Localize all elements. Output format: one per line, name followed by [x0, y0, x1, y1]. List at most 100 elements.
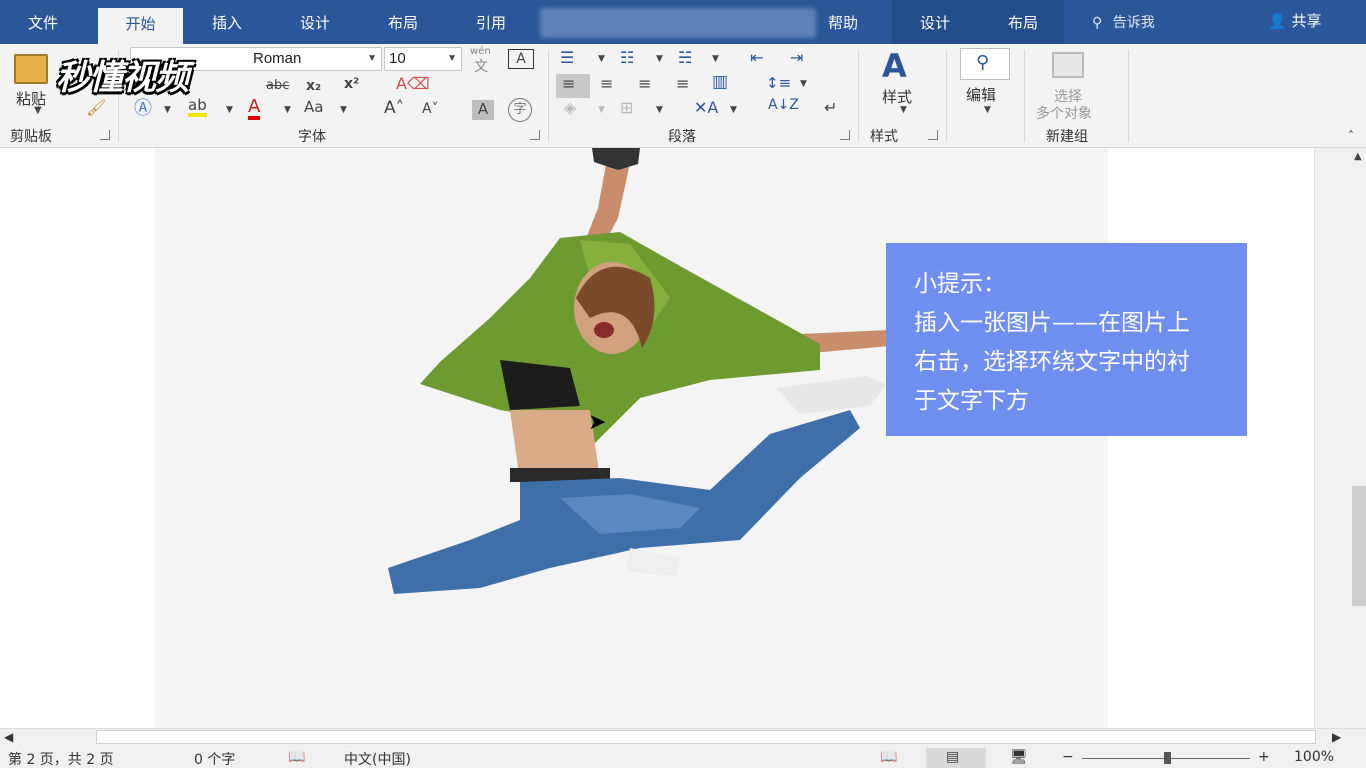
jumping-woman-picture[interactable] — [380, 148, 900, 618]
sort-icon[interactable]: A↓Z — [768, 98, 799, 112]
tip-line-4: 于文字下方 — [914, 388, 1029, 414]
group-separator — [946, 50, 947, 142]
select-objects-line2[interactable]: 多个对象 — [1036, 103, 1092, 123]
scroll-right-icon[interactable]: ▶ — [1332, 730, 1341, 744]
styles-icon[interactable]: A — [882, 50, 907, 82]
scroll-up-icon[interactable]: ▲ — [1354, 152, 1362, 162]
zoom-level[interactable]: 100% — [1294, 749, 1334, 765]
justify-icon[interactable]: ≡ — [676, 76, 689, 92]
zoom-in-icon[interactable]: + — [1258, 749, 1270, 765]
vertical-scrollbar[interactable] — [1314, 148, 1366, 728]
enclose-char-icon[interactable]: 字 — [508, 98, 532, 122]
chevron-down-icon[interactable]: ▼ — [656, 106, 663, 115]
numbering-icon[interactable]: ☷ — [620, 50, 634, 66]
shading-icon[interactable]: ◈ — [564, 100, 576, 116]
styles-launcher-icon[interactable] — [928, 130, 938, 140]
chevron-down-icon[interactable]: ▼ — [164, 106, 171, 115]
char-border-icon[interactable]: A — [508, 49, 534, 69]
superscript-icon[interactable]: x² — [344, 77, 359, 91]
borders-icon[interactable]: ⊞ — [620, 100, 633, 116]
clipboard-launcher-icon[interactable] — [100, 130, 110, 140]
group-separator — [1128, 50, 1129, 142]
subscript-icon[interactable]: x₂ — [306, 79, 321, 93]
find-icon[interactable]: ⚲ — [976, 54, 989, 72]
multilevel-list-icon[interactable]: ☵ — [678, 50, 692, 66]
grow-font-icon[interactable]: A˄ — [384, 100, 404, 117]
horizontal-scroll-thumb[interactable] — [96, 730, 1316, 744]
word-count[interactable]: 0 个字 — [194, 749, 235, 768]
chevron-down-icon[interactable]: ▼ — [800, 80, 807, 89]
tab-insert[interactable]: 插入 — [192, 0, 262, 44]
chevron-down-icon[interactable]: ▼ — [34, 106, 42, 116]
chevron-down-icon[interactable]: ▼ — [598, 55, 605, 64]
paragraph-group-label: 段落 — [668, 129, 696, 145]
web-layout-icon[interactable]: 🖥 — [1010, 749, 1028, 765]
chevron-down-icon[interactable]: ▼ — [730, 106, 737, 115]
show-marks-icon[interactable]: ↵ — [824, 100, 837, 116]
tab-help[interactable]: 帮助 — [808, 0, 878, 44]
tab-layout[interactable]: 布局 — [368, 0, 438, 44]
font-name-value: Roman — [253, 50, 302, 67]
chevron-down-icon[interactable]: ▼ — [900, 106, 907, 115]
zoom-slider-thumb[interactable] — [1164, 752, 1171, 764]
shrink-font-icon[interactable]: A˅ — [422, 102, 439, 116]
page-count[interactable]: 第 2 页，共 2 页 — [8, 749, 114, 768]
paragraph-launcher-icon[interactable] — [840, 130, 850, 140]
clipboard-group-label: 剪贴板 — [10, 129, 52, 145]
highlight-icon[interactable]: ab — [188, 98, 207, 117]
bullets-icon[interactable]: ☰ — [560, 50, 574, 66]
vertical-scroll-thumb[interactable] — [1352, 486, 1366, 606]
font-color-icon[interactable]: A — [248, 98, 261, 120]
asian-layout-icon[interactable]: ✕A — [694, 100, 718, 116]
increase-indent-icon[interactable]: ⇥ — [790, 50, 803, 66]
group-separator — [858, 50, 859, 142]
clear-formatting-icon[interactable]: A⌫ — [396, 76, 430, 92]
chevron-down-icon[interactable]: ▼ — [984, 106, 991, 115]
search-icon: ⚲ — [1092, 15, 1103, 31]
align-left-icon[interactable]: ≡ — [562, 76, 575, 92]
decrease-indent-icon[interactable]: ⇤ — [750, 50, 763, 66]
tell-me-box[interactable]: ⚲ 告诉我 — [1092, 12, 1155, 32]
line-spacing-icon[interactable]: ↕≡ — [766, 76, 791, 91]
share-button[interactable]: 👤 共享 — [1268, 10, 1321, 31]
styles-button-label[interactable]: 样式 — [882, 86, 912, 107]
chevron-down-icon[interactable]: ▼ — [340, 106, 347, 115]
font-size-combo[interactable]: 10 ▼ — [384, 47, 462, 71]
chevron-down-icon[interactable]: ▼ — [284, 106, 291, 115]
align-center-icon[interactable]: ≡ — [600, 76, 613, 92]
tab-home[interactable]: 开始 — [98, 8, 183, 44]
phonetic-guide-button[interactable]: 文 — [474, 56, 488, 76]
align-right-icon[interactable]: ≡ — [638, 76, 651, 92]
font-launcher-icon[interactable] — [530, 130, 540, 140]
distributed-icon[interactable]: ▥ — [712, 74, 728, 91]
char-shading-icon[interactable]: A — [472, 100, 494, 120]
chevron-down-icon[interactable]: ▼ — [226, 106, 233, 115]
chevron-down-icon[interactable]: ▼ — [656, 55, 663, 64]
video-watermark-logo: 秒懂视频 — [56, 58, 189, 98]
tab-file[interactable]: 文件 — [8, 0, 78, 44]
editing-button-label[interactable]: 编辑 — [966, 84, 996, 105]
paste-icon[interactable] — [14, 54, 48, 84]
font-size-value: 10 — [389, 50, 406, 67]
chevron-down-icon[interactable]: ▼ — [712, 55, 719, 64]
person-icon: 👤 — [1268, 12, 1287, 30]
change-case-icon[interactable]: Aa — [304, 100, 323, 115]
tab-references[interactable]: 引用 — [456, 0, 526, 44]
language-indicator[interactable]: 中文(中国) — [344, 749, 411, 768]
tab-context-design[interactable]: 设计 — [900, 0, 970, 44]
scroll-left-icon[interactable]: ◀ — [4, 730, 13, 744]
chevron-down-icon[interactable]: ▼ — [598, 106, 605, 115]
collapse-ribbon-icon[interactable]: ˄ — [1348, 130, 1354, 142]
zoom-out-icon[interactable]: − — [1062, 749, 1074, 765]
tab-design[interactable]: 设计 — [280, 0, 350, 44]
format-painter-icon[interactable]: 🖌 — [86, 100, 106, 116]
select-objects-icon[interactable] — [1052, 52, 1084, 78]
read-mode-icon[interactable]: 📖 — [880, 749, 897, 765]
text-effects-icon[interactable]: Ⓐ — [134, 100, 152, 118]
print-layout-icon[interactable]: ▤ — [946, 750, 959, 764]
proofing-icon[interactable]: 📖 — [288, 749, 305, 765]
chevron-down-icon: ▼ — [367, 53, 377, 64]
strikethrough-icon[interactable]: abc — [266, 79, 289, 92]
tab-context-layout[interactable]: 布局 — [988, 0, 1058, 44]
blurred-tabs — [540, 8, 816, 38]
